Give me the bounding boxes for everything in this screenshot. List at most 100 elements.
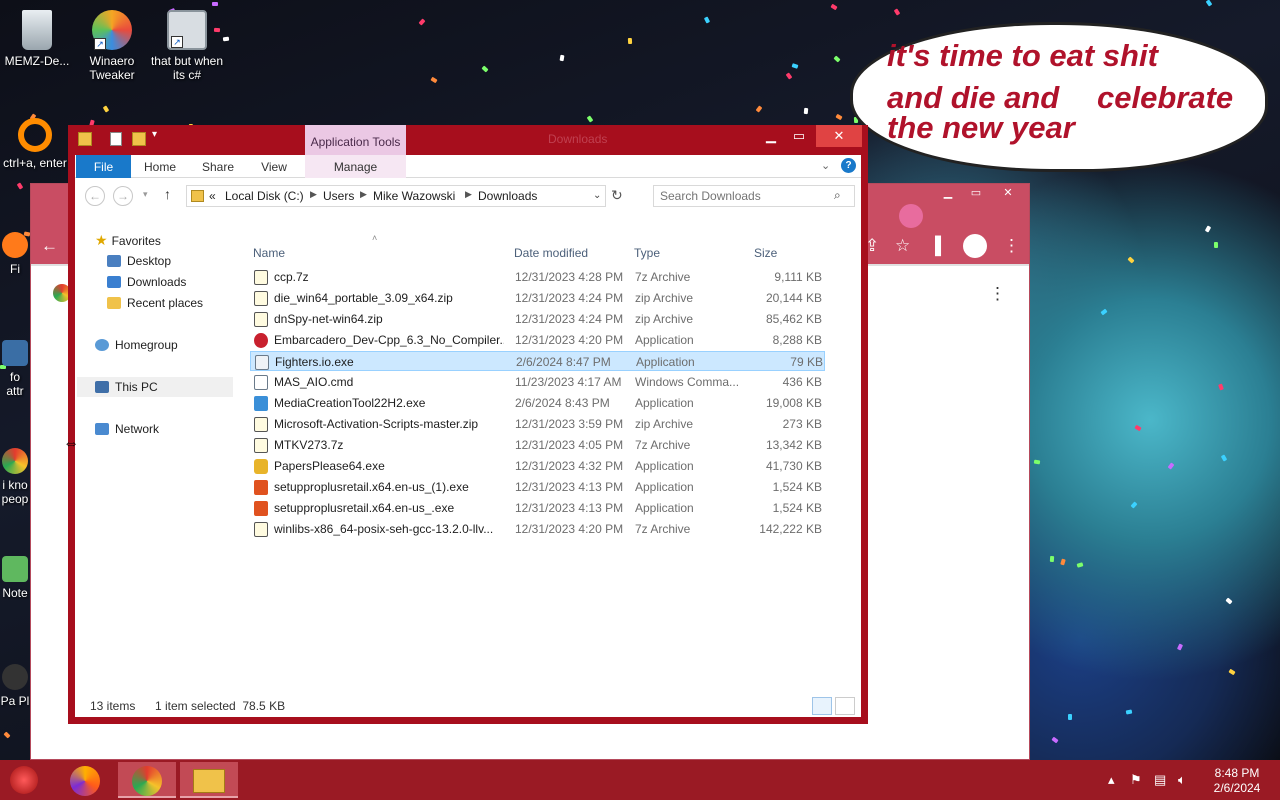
breadcrumb-users[interactable]: Users [323, 189, 354, 203]
expand-ribbon-icon[interactable]: ⌄ [821, 159, 830, 172]
volume-muted-icon[interactable]: 🔈︎ [1178, 772, 1186, 788]
confetti-piece [1176, 643, 1184, 651]
file-explorer-window[interactable]: ▾ Application Tools Downloads ▁ ▭ ✕ File… [63, 125, 868, 724]
file-row[interactable]: setupproplusretail.x64.en-us_.exe 12/31/2… [250, 498, 825, 518]
file-row[interactable]: ccp.7z 12/31/2023 4:28 PM 7z Archive 9,111 … [250, 267, 825, 287]
profile-avatar-icon[interactable] [963, 234, 987, 258]
confetti-piece [1218, 383, 1224, 391]
nav-homegroup[interactable]: Homegroup [95, 335, 178, 355]
search-icon[interactable]: ⌕ [834, 188, 841, 203]
tab-share[interactable]: Share [193, 155, 243, 178]
desktop-icon-pa-pl[interactable]: Pa Pl [0, 664, 30, 708]
file-date-modified: 11/23/2023 4:17 AM [515, 375, 622, 389]
chrome-close-button[interactable]: ✕ [993, 186, 1023, 200]
file-row[interactable]: die_win64_portable_3.09_x64.zip 12/31/202… [250, 288, 825, 308]
details-view-button[interactable] [812, 697, 832, 715]
nav-desktop[interactable]: Desktop [107, 251, 171, 271]
column-header-name[interactable]: Name [253, 246, 285, 260]
search-input[interactable] [660, 189, 825, 203]
maximize-button[interactable]: ▭ [786, 125, 812, 147]
file-type: Application [635, 333, 694, 347]
tab-home[interactable]: Home [135, 155, 185, 178]
quick-access-dropdown-icon[interactable]: ▾ [152, 129, 157, 140]
tab-file[interactable]: File [76, 155, 131, 178]
desktop-icon-fo-attr[interactable]: fo attr [0, 340, 30, 398]
show-hidden-icons-icon[interactable]: ▴ [1108, 772, 1115, 788]
action-center-flag-icon[interactable]: ⚑ [1130, 772, 1142, 788]
explorer-client-area: File Home Share View Manage ⌄ ? ← → ▾ ↑ … [63, 155, 861, 717]
desktop-icon-note[interactable]: Note [0, 556, 30, 600]
tab-view[interactable]: View [251, 155, 297, 178]
chrome-maximize-button[interactable]: ▭ [961, 186, 991, 200]
archive-file-icon [254, 438, 268, 453]
back-arrow-icon[interactable]: ← [41, 236, 58, 256]
desktop-icon-i-kno[interactable]: i kno peop [0, 448, 30, 506]
breadcrumb-user[interactable]: Mike Wazowski [373, 189, 455, 203]
desktop-icon-ctrl-a[interactable]: ctrl+a, enter [0, 118, 70, 170]
search-box[interactable]: ⌕ [653, 185, 855, 207]
file-row[interactable]: winlibs-x86_64-posix-seh-gcc-13.2.0-llv.… [250, 519, 825, 539]
file-row[interactable]: Fighters.io.exe 2/6/2024 8:47 PM Applicati… [250, 351, 825, 371]
chrome-minimize-button[interactable]: ▁ [933, 186, 963, 200]
chevron-right-icon[interactable]: ▶ [465, 189, 472, 200]
large-icons-view-button[interactable] [835, 697, 855, 715]
page-menu-icon[interactable]: ⋮ [989, 284, 1006, 304]
close-button[interactable]: ✕ [816, 125, 862, 147]
chevron-right-icon[interactable]: ▶ [360, 189, 367, 200]
column-header-type[interactable]: Type [634, 246, 660, 260]
side-panel-icon[interactable]: ▌ [935, 236, 947, 256]
help-icon[interactable]: ? [841, 158, 856, 173]
nav-favorites[interactable]: ★ Favorites [95, 230, 161, 250]
file-row[interactable]: MediaCreationTool22H2.exe 2/6/2024 8:43 P… [250, 393, 825, 413]
breadcrumb-overflow[interactable]: « [209, 189, 216, 203]
file-row[interactable]: dnSpy-net-win64.zip 12/31/2023 4:24 PM zip… [250, 309, 825, 329]
file-name: MTKV273.7z [274, 438, 344, 452]
papers-file-icon [254, 459, 268, 474]
taskbar-file-explorer[interactable] [180, 762, 238, 798]
network-tray-icon[interactable]: ▤ [1154, 772, 1166, 788]
recent-locations-icon[interactable]: ▾ [143, 189, 148, 200]
new-folder-icon[interactable] [132, 132, 146, 146]
tab-manage[interactable]: Manage [305, 155, 406, 178]
file-row[interactable]: MAS_AIO.cmd 11/23/2023 4:17 AM Windows Com… [250, 372, 825, 392]
file-row[interactable]: setupproplusretail.x64.en-us_(1).exe 12/3… [250, 477, 825, 497]
confetti-piece [559, 54, 565, 62]
bookmark-star-icon[interactable]: ☆ [895, 236, 910, 256]
nav-recent-places[interactable]: Recent places [107, 293, 203, 313]
breadcrumb[interactable]: « Local Disk (C:) ▶ Users ▶ Mike Wazowsk… [186, 185, 606, 207]
desktop-icon-recycle-bin[interactable]: MEMZ-De... [0, 10, 74, 68]
taskbar-clock[interactable]: 8:48 PM 2/6/2024 [1202, 766, 1272, 796]
file-row[interactable]: Embarcadero_Dev-Cpp_6.3_No_Compiler... 12… [250, 330, 825, 350]
notepad-icon [2, 556, 28, 582]
desktop-icon-fi[interactable]: Fi [0, 232, 30, 276]
chevron-right-icon[interactable]: ▶ [310, 189, 317, 200]
taskbar-firefox[interactable] [56, 762, 114, 798]
forward-button[interactable]: → [113, 186, 133, 206]
confetti-piece [1228, 668, 1236, 676]
minimize-button[interactable]: ▁ [758, 125, 784, 147]
chrome-menu-icon[interactable]: ⋮ [1003, 236, 1020, 256]
desktop-icon-that-but[interactable]: ↗ that but when its c# [150, 10, 224, 82]
chrome-profile-menu-icon[interactable] [899, 204, 923, 228]
up-arrow-icon[interactable]: ↑ [164, 186, 171, 202]
file-row[interactable]: MTKV273.7z 12/31/2023 4:05 PM 7z Archive 13… [250, 435, 825, 455]
file-row[interactable]: PapersPlease64.exe 12/31/2023 4:32 PM Appl… [250, 456, 825, 476]
breadcrumb-downloads[interactable]: Downloads [478, 189, 537, 203]
nav-network[interactable]: Network [95, 419, 159, 439]
confetti-piece [703, 16, 711, 24]
breadcrumb-local-disk[interactable]: Local Disk (C:) [225, 189, 304, 203]
chevron-down-icon[interactable]: ⌄ [593, 190, 601, 201]
file-row[interactable]: Microsoft-Activation-Scripts-master.zip 1… [250, 414, 825, 434]
file-date-modified: 12/31/2023 4:20 PM [515, 333, 624, 347]
nav-downloads[interactable]: Downloads [107, 272, 186, 292]
start-button[interactable] [10, 766, 38, 794]
column-header-size[interactable]: Size [754, 246, 777, 260]
desktop-icon-winaero-tweaker[interactable]: ↗ Winaero Tweaker [75, 10, 149, 82]
back-button[interactable]: ← [85, 186, 105, 206]
properties-icon[interactable] [110, 132, 122, 146]
column-header-date-modified[interactable]: Date modified [514, 246, 588, 260]
refresh-icon[interactable]: ↻ [611, 187, 623, 204]
nav-this-pc[interactable]: This PC [77, 377, 233, 397]
explorer-titlebar[interactable]: ▾ Application Tools Downloads ▁ ▭ ✕ [68, 125, 868, 155]
taskbar-chrome[interactable] [118, 762, 176, 798]
